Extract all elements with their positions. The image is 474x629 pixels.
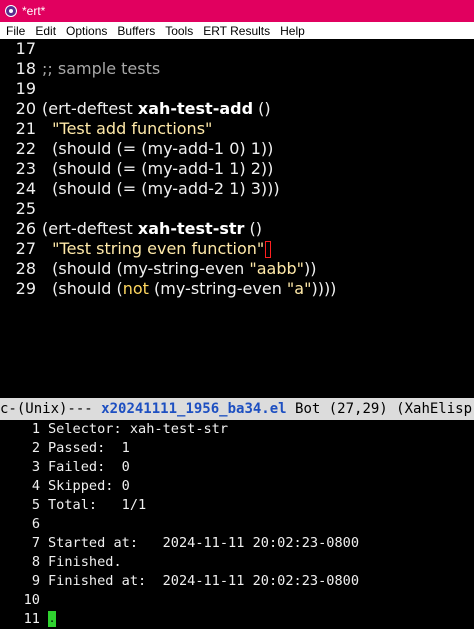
menu-help[interactable]: Help [280, 24, 305, 38]
line-number: 25 [15, 199, 36, 218]
modeline-prefix: c-(Unix)--- [0, 401, 102, 417]
line-number: 11 [23, 611, 40, 627]
line-number: 27 [15, 239, 36, 258]
result-line: 7 Started at: 2024-11-11 20:02:23-0800 [0, 534, 359, 553]
line-number: 9 [31, 573, 40, 589]
string-literal: "aabb" [249, 259, 305, 278]
title-bar: *ert* [0, 0, 474, 22]
text-cursor [265, 241, 272, 258]
modeline-status: Bot (27,29) (XahElisp [286, 401, 473, 417]
line-number: 23 [15, 159, 36, 178]
code-line: 21 "Test add functions" [0, 119, 213, 139]
result-line: 6 [0, 515, 48, 534]
result-line: 2 Passed: 1 [0, 439, 130, 458]
line-number: 17 [15, 39, 36, 58]
code-line: 18 ;; sample tests [0, 59, 161, 79]
code-line: 26 (ert-deftest xah-test-str () [0, 219, 262, 239]
menu-buffers[interactable]: Buffers [117, 24, 155, 38]
result-line: 3 Failed: 0 [0, 458, 130, 477]
line-number: 18 [15, 59, 36, 78]
code-line: 20 (ert-deftest xah-test-add () [0, 99, 271, 119]
line-number: 28 [15, 259, 36, 278]
menu-options[interactable]: Options [66, 24, 107, 38]
keyword: not [122, 279, 149, 298]
code-line: 28 (should (my-string-even "aabb")) [0, 259, 317, 279]
line-number: 10 [23, 592, 40, 608]
window-title: *ert* [22, 4, 46, 18]
docstring: "Test add functions" [52, 119, 213, 138]
result-line: 1 Selector: xah-test-str [0, 420, 228, 439]
line-number: 19 [15, 79, 36, 98]
line-number: 5 [31, 497, 40, 513]
code-line: 23 (should (= (my-add-1 1) 2)) [0, 159, 274, 179]
menu-bar: File Edit Options Buffers Tools ERT Resu… [0, 22, 474, 39]
result-line: 5 Total: 1/1 [0, 496, 146, 515]
comment-text: ;; sample tests [42, 59, 161, 78]
function-name: xah-test-add [137, 99, 254, 118]
source-editor-pane[interactable]: 17 18 ;; sample tests 19 20 (ert-deftest x… [0, 39, 474, 394]
code-line: 25 [0, 199, 42, 219]
string-literal: "a" [286, 279, 312, 298]
line-number: 1 [31, 421, 40, 437]
code-line: 29 (should (not (my-string-even "a")))) [0, 279, 337, 299]
line-number: 8 [31, 554, 40, 570]
line-number: 21 [15, 119, 36, 138]
passed-test-marker: . [48, 612, 56, 625]
result-line: 9 Finished at: 2024-11-11 20:02:23-0800 [0, 572, 359, 591]
line-number: 29 [15, 279, 36, 298]
code-line: 27 "Test string even function" [0, 239, 272, 259]
result-line: 11. [0, 610, 56, 629]
code-line: 19 [0, 79, 42, 99]
result-line: 4 Skipped: 0 [0, 477, 130, 496]
line-number: 3 [31, 459, 40, 475]
docstring: "Test string even function" [52, 239, 265, 258]
result-line: 8 Finished. [0, 553, 122, 572]
line-number: 4 [31, 478, 40, 494]
result-line: 10 [0, 591, 48, 610]
buffer-filename[interactable]: x20241111_1956_ba34.el [101, 401, 286, 417]
mode-line[interactable]: c-(Unix)--- x20241111_1956_ba34.el Bot (… [0, 398, 474, 420]
line-number: 6 [31, 516, 40, 532]
line-number: 24 [15, 179, 36, 198]
menu-file[interactable]: File [6, 24, 25, 38]
line-number: 7 [31, 535, 40, 551]
function-name: xah-test-str [137, 219, 245, 238]
line-number: 2 [31, 440, 40, 456]
line-number: 20 [15, 99, 36, 118]
menu-tools[interactable]: Tools [165, 24, 193, 38]
code-line: 17 [0, 39, 42, 59]
line-number: 22 [15, 139, 36, 158]
code-line: 22 (should (= (my-add-1 0) 1)) [0, 139, 274, 159]
ert-results-pane[interactable]: 1 Selector: xah-test-str 2 Passed: 1 3 Fail… [0, 420, 474, 627]
menu-edit[interactable]: Edit [35, 24, 56, 38]
emacs-app-icon [5, 5, 17, 17]
code-line: 24 (should (= (my-add-2 1) 3))) [0, 179, 280, 199]
result-cursor: . [48, 611, 56, 627]
line-number: 26 [15, 219, 36, 238]
menu-ert-results[interactable]: ERT Results [203, 24, 270, 38]
